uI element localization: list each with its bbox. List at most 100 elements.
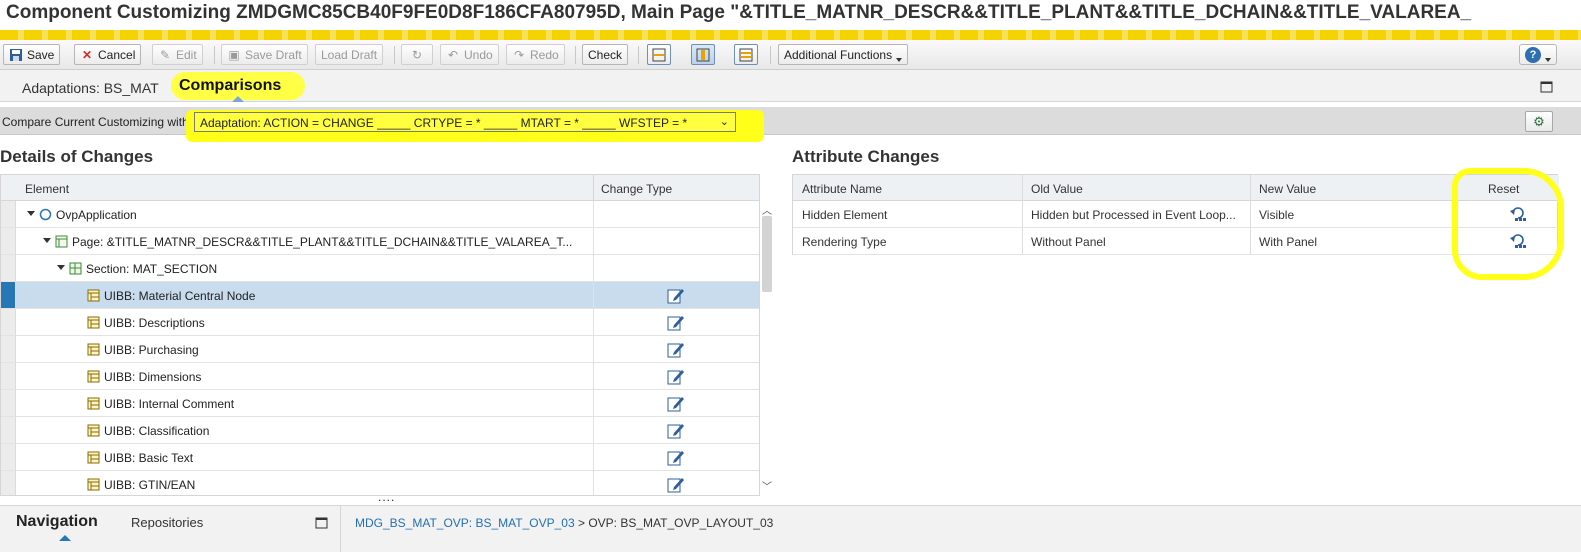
uibb-icon bbox=[87, 397, 100, 410]
element-label: UIBB: Dimensions bbox=[104, 370, 202, 384]
edit-button[interactable]: ✎ Edit bbox=[152, 44, 203, 65]
attribute-table-header: Attribute Name Old Value New Value Reset bbox=[793, 175, 1559, 201]
window-title-bar: Component Customizing ZMDGMC85CB40F9FE0D… bbox=[0, 0, 1581, 30]
element-label: Section: MAT_SECTION bbox=[86, 262, 218, 276]
table-row[interactable]: UIBB: Material Central Node bbox=[1, 282, 759, 309]
uibb-icon bbox=[87, 478, 100, 491]
undo-button[interactable]: ↶ Undo bbox=[440, 44, 499, 65]
table-row[interactable]: UIBB: Basic Text bbox=[1, 444, 759, 471]
column-header-old-value[interactable]: Old Value bbox=[1031, 182, 1083, 196]
redo-icon: ↷ bbox=[513, 47, 525, 62]
table-row[interactable]: UIBB: Internal Comment bbox=[1, 390, 759, 417]
splitter-handle[interactable]: .... bbox=[378, 490, 395, 504]
additional-functions-button[interactable]: Additional Functions bbox=[778, 44, 909, 65]
table-row[interactable]: UIBB: Classification bbox=[1, 417, 759, 444]
row-selector[interactable] bbox=[1, 228, 16, 254]
personalize-button[interactable]: ⚙ bbox=[1525, 111, 1553, 132]
save-button[interactable]: Save bbox=[3, 44, 61, 65]
change-edit-icon bbox=[667, 368, 685, 385]
redo-label: Redo bbox=[530, 47, 559, 62]
compare-dropdown[interactable]: Adaptation: ACTION = CHANGE _____ CRTYPE… bbox=[194, 112, 736, 132]
details-tree-table: Element Change Type OvpApplication Page: … bbox=[0, 174, 760, 496]
layout-columns-toggle[interactable] bbox=[691, 44, 715, 65]
breadcrumb-link[interactable]: MDG_BS_MAT_OVP: BS_MAT_OVP_03 bbox=[355, 516, 575, 530]
scroll-up-icon[interactable]: ︿ bbox=[762, 202, 772, 217]
maximize-icon[interactable] bbox=[1540, 80, 1554, 93]
row-selector[interactable] bbox=[1, 444, 16, 470]
save-draft-label: Save Draft bbox=[245, 47, 302, 62]
table-row[interactable]: UIBB: Descriptions bbox=[1, 309, 759, 336]
tab-navigation[interactable]: Navigation bbox=[16, 513, 98, 531]
expand-arrow-icon[interactable] bbox=[27, 211, 35, 216]
draft-disk-icon: ▣ bbox=[228, 47, 240, 62]
table-row[interactable]: Page: &TITLE_MATNR_DESCR&&TITLE_PLANT&&T… bbox=[1, 228, 759, 255]
expand-arrow-icon[interactable] bbox=[43, 238, 51, 243]
pencil-icon: ✎ bbox=[159, 47, 171, 62]
dropdown-triangle-icon bbox=[896, 57, 903, 62]
uibb-icon bbox=[87, 289, 100, 302]
layout-columns-icon bbox=[696, 48, 710, 61]
cancel-button[interactable]: ✕ Cancel bbox=[74, 44, 142, 65]
row-selector[interactable] bbox=[1, 417, 16, 443]
tab-adaptations[interactable]: Adaptations: BS_MAT bbox=[22, 80, 159, 96]
table-row[interactable]: UIBB: Purchasing bbox=[1, 336, 759, 363]
additional-functions-label: Additional Functions bbox=[784, 47, 893, 62]
row-selector[interactable] bbox=[1, 282, 16, 308]
layout-rows-toggle[interactable] bbox=[647, 44, 671, 65]
column-header-change-type[interactable]: Change Type bbox=[601, 182, 672, 196]
save-label: Save bbox=[27, 47, 55, 62]
column-header-new-value[interactable]: New Value bbox=[1259, 182, 1316, 196]
column-header-element[interactable]: Element bbox=[25, 182, 69, 196]
row-selector[interactable] bbox=[1, 309, 16, 335]
uibb-icon bbox=[87, 316, 100, 329]
table-row[interactable]: Rendering Type Without Panel With Panel bbox=[793, 228, 1559, 255]
row-selector[interactable] bbox=[1, 390, 16, 416]
load-draft-button[interactable]: Load Draft bbox=[315, 44, 384, 65]
uibb-icon bbox=[87, 343, 100, 356]
new-value: Visible bbox=[1259, 208, 1295, 222]
maximize-icon[interactable] bbox=[315, 516, 329, 529]
expand-arrow-icon[interactable] bbox=[57, 265, 65, 270]
change-edit-icon bbox=[667, 341, 685, 358]
element-label: UIBB: Purchasing bbox=[104, 343, 199, 357]
toolbar: Save ✕ Cancel ✎ Edit ▣ Save Draft Load D… bbox=[0, 40, 1581, 70]
row-selector[interactable] bbox=[1, 471, 16, 495]
element-label: UIBB: GTIN/EAN bbox=[104, 478, 196, 492]
attribute-changes-title: Attribute Changes bbox=[792, 147, 940, 166]
layout-stack-toggle[interactable] bbox=[734, 44, 758, 65]
tab-repositories[interactable]: Repositories bbox=[131, 515, 203, 530]
scrollbar-thumb[interactable] bbox=[762, 216, 772, 292]
change-edit-icon bbox=[667, 449, 685, 466]
uibb-icon bbox=[87, 370, 100, 383]
element-label: UIBB: Descriptions bbox=[104, 316, 205, 330]
attribute-name: Rendering Type bbox=[802, 235, 887, 249]
row-selector[interactable] bbox=[1, 363, 16, 389]
save-draft-button[interactable]: ▣ Save Draft bbox=[221, 44, 308, 65]
attribute-changes-table: Attribute Name Old Value New Value Reset… bbox=[792, 174, 1559, 255]
table-row[interactable]: OvpApplication bbox=[1, 201, 759, 228]
scroll-down-icon[interactable]: ﹀ bbox=[762, 478, 772, 493]
row-selector[interactable] bbox=[1, 255, 16, 281]
table-row[interactable]: UIBB: Dimensions bbox=[1, 363, 759, 390]
element-label: UIBB: Material Central Node bbox=[104, 289, 256, 303]
row-selector[interactable] bbox=[1, 201, 16, 227]
help-button[interactable]: ? bbox=[1519, 44, 1557, 65]
row-selector[interactable] bbox=[1, 336, 16, 362]
active-tab-indicator bbox=[232, 96, 244, 102]
undo-label: Undo bbox=[464, 47, 493, 62]
details-title: Details of Changes bbox=[0, 147, 154, 166]
element-label: OvpApplication bbox=[56, 208, 137, 222]
table-row[interactable]: Section: MAT_SECTION bbox=[1, 255, 759, 282]
table-row[interactable]: Hidden Element Hidden but Processed in Ev… bbox=[793, 201, 1559, 228]
check-button[interactable]: Check bbox=[582, 44, 629, 65]
refresh-button[interactable]: ↻ bbox=[401, 44, 433, 65]
chevron-down-icon: ⌄ bbox=[719, 116, 729, 128]
load-draft-label: Load Draft bbox=[321, 47, 378, 62]
tab-comparisons[interactable]: Comparisons bbox=[179, 77, 281, 95]
undo-icon: ↶ bbox=[447, 47, 459, 62]
redo-button[interactable]: ↷ Redo bbox=[506, 44, 565, 65]
change-edit-icon bbox=[667, 314, 685, 331]
column-header-attribute-name[interactable]: Attribute Name bbox=[802, 182, 882, 196]
compare-selected-value: Adaptation: ACTION = CHANGE _____ CRTYPE… bbox=[200, 116, 688, 130]
refresh-icon: ↻ bbox=[411, 47, 423, 62]
